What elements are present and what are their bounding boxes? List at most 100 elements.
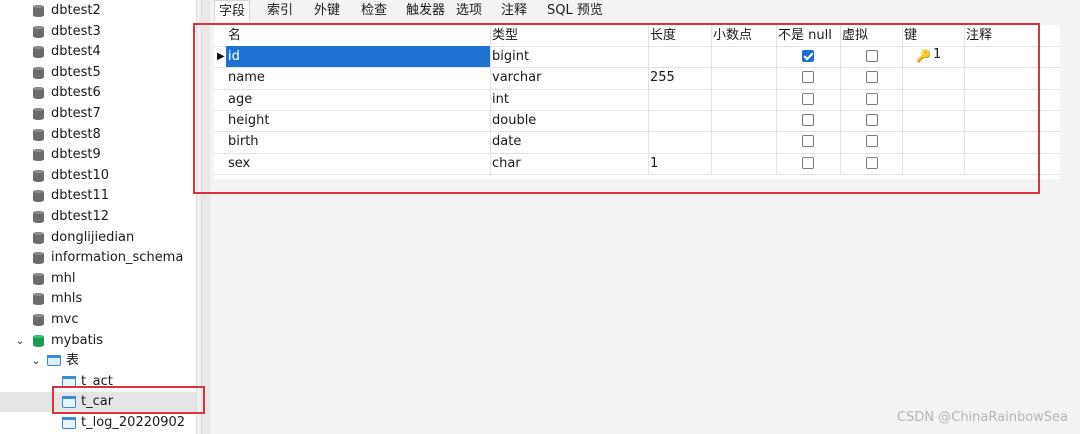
tree-item-label: donglijiedian bbox=[51, 229, 135, 245]
tree-item-t-act[interactable]: t_act bbox=[0, 372, 196, 392]
key-order: 1 bbox=[933, 47, 942, 62]
field-decimals-cell[interactable] bbox=[711, 153, 776, 174]
database-icon bbox=[33, 334, 44, 347]
current-row-indicator-icon: ▶ bbox=[217, 51, 225, 62]
tab-6[interactable]: 注释 bbox=[501, 0, 527, 21]
tree-item-t-log-20220902[interactable]: t_log_20220902 bbox=[0, 413, 196, 433]
column-header[interactable]: 名 bbox=[228, 25, 241, 46]
chevron-down-icon[interactable]: ⌄ bbox=[30, 351, 42, 371]
tree-item-t-car[interactable]: t_car bbox=[0, 392, 196, 413]
field-name-cell[interactable]: birth bbox=[226, 131, 490, 152]
field-name-cell[interactable]: height bbox=[226, 110, 490, 131]
field-length-cell[interactable] bbox=[648, 89, 711, 110]
field-length-cell[interactable] bbox=[648, 46, 711, 67]
field-type-cell[interactable]: char bbox=[490, 153, 648, 174]
tree-scrollbar[interactable] bbox=[202, 0, 210, 434]
tree-item-label: mybatis bbox=[51, 332, 104, 348]
tree-item-label: 表 bbox=[66, 353, 80, 369]
tab-5[interactable]: 选项 bbox=[456, 0, 482, 21]
field-type-cell[interactable]: double bbox=[490, 110, 648, 131]
tree-item-[interactable]: ⌄ 表 bbox=[0, 351, 196, 371]
database-icon bbox=[33, 108, 44, 120]
not-null-checkbox[interactable] bbox=[802, 156, 814, 169]
field-decimals-cell[interactable] bbox=[711, 89, 776, 110]
column-header[interactable]: 键 bbox=[904, 25, 917, 46]
field-name-cell[interactable]: age bbox=[226, 89, 490, 110]
field-length-cell[interactable] bbox=[648, 110, 711, 131]
tree-item-dbtest2[interactable]: dbtest2 bbox=[0, 1, 196, 21]
field-name-cell[interactable]: name bbox=[226, 67, 490, 88]
virtual-checkbox[interactable] bbox=[866, 92, 878, 105]
tree-item-dbtest7[interactable]: dbtest7 bbox=[0, 104, 196, 124]
column-header[interactable]: 类型 bbox=[492, 25, 518, 46]
field-length-cell[interactable]: 1 bbox=[648, 153, 711, 174]
database-icon bbox=[33, 128, 44, 141]
tree-item-dbtest9[interactable]: dbtest9 bbox=[0, 145, 196, 165]
tab-0[interactable]: 字段 bbox=[214, 0, 251, 21]
field-name-cell[interactable]: id bbox=[226, 46, 490, 67]
field-name-cell[interactable]: sex bbox=[226, 153, 490, 174]
virtual-checkbox[interactable] bbox=[866, 113, 878, 126]
tree-item-donglijiedian[interactable]: donglijiedian bbox=[0, 228, 196, 248]
chevron-down-icon[interactable]: ⌄ bbox=[14, 331, 26, 351]
tab-1[interactable]: 索引 bbox=[267, 0, 293, 21]
not-null-checkbox[interactable] bbox=[802, 50, 814, 62]
column-header[interactable]: 注释 bbox=[966, 25, 992, 46]
tree-item-mhl[interactable]: mhl bbox=[0, 269, 196, 289]
tree-item-dbtest11[interactable]: dbtest11 bbox=[0, 186, 196, 206]
tree-item-mybatis[interactable]: ⌄ mybatis bbox=[0, 331, 196, 351]
field-decimals-cell[interactable] bbox=[711, 131, 776, 152]
navigator-tree: dbtest2 dbtest3 dbtest4 dbtest5 dbtest6 dbtes… bbox=[0, 0, 196, 434]
column-header[interactable]: 小数点 bbox=[713, 25, 752, 46]
database-icon bbox=[33, 314, 44, 326]
field-type-cell[interactable]: bigint bbox=[490, 46, 648, 67]
column-header[interactable]: 虚拟 bbox=[842, 25, 868, 46]
tree-item-mhls[interactable]: mhls bbox=[0, 289, 196, 309]
database-icon bbox=[33, 66, 44, 79]
tab-7[interactable]: SQL 预览 bbox=[547, 0, 603, 21]
column-header[interactable]: 长度 bbox=[650, 25, 676, 46]
tree-item-dbtest3[interactable]: dbtest3 bbox=[0, 22, 196, 42]
tree-item-label: t_act bbox=[81, 373, 113, 389]
not-null-checkbox[interactable] bbox=[802, 135, 814, 148]
column-header[interactable]: 不是 null bbox=[778, 25, 832, 46]
field-type-cell[interactable]: varchar bbox=[490, 67, 648, 88]
tree-item-dbtest10[interactable]: dbtest10 bbox=[0, 166, 196, 186]
database-icon bbox=[33, 149, 44, 162]
virtual-checkbox[interactable] bbox=[866, 71, 878, 84]
tree-item-dbtest5[interactable]: dbtest5 bbox=[0, 63, 196, 83]
virtual-checkbox[interactable] bbox=[866, 135, 878, 148]
watermark: CSDN @ChinaRainbowSea bbox=[897, 410, 1068, 425]
not-null-checkbox[interactable] bbox=[802, 71, 814, 84]
tree-item-information-schema[interactable]: information_schema bbox=[0, 248, 196, 268]
tree-item-mvc[interactable]: mvc bbox=[0, 310, 196, 330]
tree-item-label: dbtest11 bbox=[51, 188, 110, 204]
tree-item-label: dbtest10 bbox=[51, 167, 110, 183]
tree-item-label: mhl bbox=[51, 270, 76, 286]
field-decimals-cell[interactable] bbox=[711, 46, 776, 67]
field-length-cell[interactable] bbox=[648, 131, 711, 152]
tree-item-label: dbtest8 bbox=[51, 126, 101, 142]
field-length-cell[interactable]: 255 bbox=[648, 67, 711, 88]
virtual-checkbox[interactable] bbox=[866, 156, 878, 169]
not-null-checkbox[interactable] bbox=[802, 113, 814, 126]
field-type-cell[interactable]: date bbox=[490, 131, 648, 152]
tree-item-dbtest8[interactable]: dbtest8 bbox=[0, 125, 196, 145]
tab-4[interactable]: 触发器 bbox=[406, 0, 445, 21]
tree-item-dbtest6[interactable]: dbtest6 bbox=[0, 83, 196, 103]
tree-item-dbtest12[interactable]: dbtest12 bbox=[0, 207, 196, 227]
field-decimals-cell[interactable] bbox=[711, 110, 776, 131]
tree-item-label: t_car bbox=[81, 394, 114, 410]
tree-item-label: dbtest12 bbox=[51, 209, 110, 224]
table-icon bbox=[62, 417, 76, 429]
tab-2[interactable]: 外键 bbox=[314, 0, 340, 21]
tree-item-dbtest4[interactable]: dbtest4 bbox=[0, 42, 196, 62]
field-type-cell[interactable]: int bbox=[490, 89, 648, 110]
tree-item-label: dbtest7 bbox=[51, 106, 101, 121]
field-decimals-cell[interactable] bbox=[711, 67, 776, 88]
not-null-checkbox[interactable] bbox=[802, 92, 814, 105]
table-icon bbox=[62, 375, 76, 388]
database-icon bbox=[33, 293, 44, 306]
virtual-checkbox[interactable] bbox=[866, 50, 878, 62]
tab-3[interactable]: 检查 bbox=[361, 0, 387, 21]
